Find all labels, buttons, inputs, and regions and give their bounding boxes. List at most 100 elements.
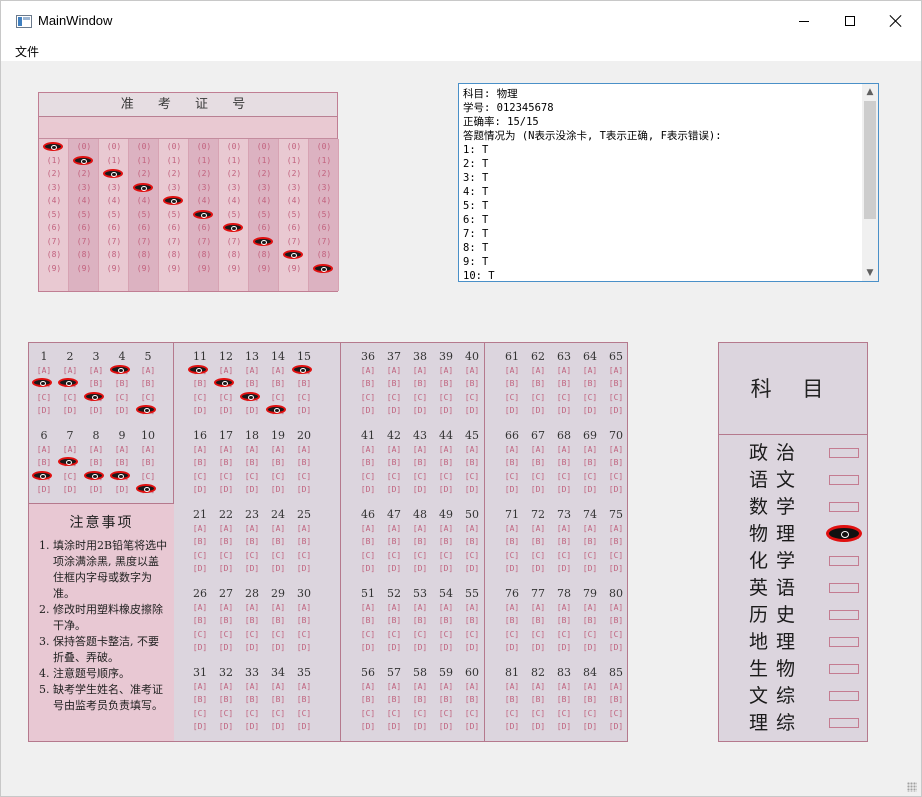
- maximize-button[interactable]: [827, 1, 873, 41]
- answer-option-bubble: [A]: [582, 445, 598, 454]
- question-number: 50: [465, 508, 479, 521]
- answer-option-bubble: [C]: [582, 550, 598, 560]
- exam-number-card-image: 准 考 证 号 (0) (1) (2) (3) (4) (5) (6) (7) (8) (9) (0…: [38, 92, 339, 292]
- answer-option-bubble: [B]: [386, 458, 402, 468]
- exam-digit-bubble: (3): [196, 182, 212, 192]
- answer-option-bubble: [C]: [412, 471, 428, 481]
- subject-label: 地理: [749, 631, 804, 653]
- exam-card-header: 准 考 证 号: [39, 93, 337, 117]
- answer-option-bubble: [D]: [464, 405, 480, 415]
- exam-digit-bubble: (9): [256, 263, 272, 273]
- question-number: 41: [361, 429, 375, 442]
- answer-option-bubble: [B]: [114, 458, 130, 468]
- subject-row: 数学: [719, 494, 867, 521]
- close-button[interactable]: [873, 1, 919, 41]
- result-line: 6: T: [463, 214, 489, 226]
- answer-option-bubble: [D]: [530, 721, 546, 731]
- answer-option-bubble: [B]: [556, 537, 572, 547]
- answer-option-bubble: [A]: [360, 524, 376, 533]
- answer-option-bubble: [B]: [270, 458, 286, 468]
- result-text-area[interactable]: 科目: 物理 学号: 012345678 正确率: 15/15 答题情况为 (N表示没…: [458, 83, 879, 282]
- question-number: 1: [40, 350, 48, 363]
- result-line: 10: T: [463, 270, 495, 279]
- question-number: 37: [387, 350, 401, 363]
- question-number: 66: [505, 429, 519, 442]
- answer-option-bubble: [C]: [438, 471, 454, 481]
- exam-digit-bubble: (9): [196, 263, 212, 273]
- answer-option-bubble: [B]: [582, 379, 598, 389]
- answer-option-bubble: [C]: [412, 550, 428, 560]
- answer-option-bubble: [D]: [296, 721, 312, 731]
- subject-row: 语文: [719, 467, 867, 494]
- answer-option-bubble: [A]: [438, 603, 454, 612]
- answer-option-bubble: [D]: [504, 563, 520, 573]
- answer-option-bubble: [C]: [556, 550, 572, 560]
- answer-option-bubble: [C]: [530, 550, 546, 560]
- answer-option-bubble: [D]: [556, 405, 572, 415]
- answer-option-bubble: [C]: [218, 392, 234, 402]
- answer-option-bubble: [A]: [582, 603, 598, 612]
- answer-option-bubble: [A]: [244, 524, 260, 533]
- answer-option-bubble: [D]: [412, 484, 428, 494]
- exam-digit-bubble: (6): [46, 223, 62, 232]
- question-number: 63: [557, 350, 571, 363]
- subject-bubble: [829, 502, 859, 512]
- answer-option-bubble: [A]: [530, 445, 546, 454]
- answer-option-bubble: [A]: [412, 603, 428, 612]
- result-scrollbar[interactable]: ▲ ▼: [862, 84, 878, 281]
- exam-digit-bubble: (1): [196, 155, 212, 165]
- exam-digit-bubble: (8): [226, 250, 242, 259]
- answer-option-bubble: [C]: [244, 471, 260, 481]
- answer-option-bubble: [D]: [270, 563, 286, 573]
- resize-grip-icon[interactable]: [907, 782, 917, 792]
- answer-option-bubble: [D]: [504, 405, 520, 415]
- answer-option-bubble: [D]: [608, 642, 624, 652]
- subject-row: 历史: [719, 602, 867, 629]
- answer-option-bubble: [B]: [608, 458, 624, 468]
- answer-sheet-image: 1 [A] [B] [C] [D] 2 [A] [B] [C] [D] 3 [A] [B] [C] [D] 4…: [28, 342, 628, 742]
- subject-row: 理综: [719, 710, 867, 737]
- answer-option-bubble: [D]: [582, 405, 598, 415]
- filled-bubble-mark: [103, 169, 123, 178]
- filled-bubble-mark: [43, 142, 63, 151]
- answer-option-bubble: [D]: [412, 642, 428, 652]
- answer-option-bubble: [D]: [608, 405, 624, 415]
- filled-bubble-mark: [84, 391, 104, 401]
- exam-digit-bubble: (7): [226, 236, 242, 246]
- scroll-thumb[interactable]: [864, 101, 876, 219]
- answer-option-bubble: [A]: [244, 445, 260, 454]
- answer-option-bubble: [A]: [270, 445, 286, 454]
- answer-option-bubble: [C]: [530, 708, 546, 718]
- result-line: 答题情况为 (N表示没涂卡, T表示正确, F表示错误):: [463, 130, 722, 142]
- question-number: 8: [92, 429, 100, 442]
- answer-block: 11 [A] [B] [C] [D] 12 [A] [B] [C] [D] 13 [A] [B] [C] […: [174, 343, 341, 741]
- answer-option-bubble: [B]: [504, 458, 520, 468]
- answer-option-bubble: [B]: [556, 458, 572, 468]
- exam-digit-column: (0)(1)(2)(3)(4)(5)(6)(7)(8)(9): [159, 139, 189, 291]
- answer-option-bubble: [D]: [192, 642, 208, 652]
- answer-option-bubble: [A]: [582, 366, 598, 375]
- answer-option-bubble: [A]: [438, 445, 454, 454]
- question-number: 67: [531, 429, 545, 442]
- exam-digit-bubble: (7): [106, 236, 122, 246]
- title-bar[interactable]: MainWindow: [1, 1, 921, 41]
- question-number: 57: [387, 666, 401, 679]
- exam-digit-bubble: (1): [256, 155, 272, 165]
- question-number: 4: [118, 350, 126, 363]
- exam-digit-bubble: (5): [136, 209, 152, 219]
- answer-option-bubble: [A]: [438, 682, 454, 691]
- answer-option-bubble: [A]: [192, 603, 208, 612]
- answer-option-bubble: [C]: [218, 629, 234, 639]
- answer-option-bubble: [B]: [556, 379, 572, 389]
- subject-bubble: [829, 718, 859, 728]
- question-number: 80: [609, 587, 623, 600]
- answer-option-bubble: [C]: [464, 708, 480, 718]
- answer-option-bubble: [B]: [192, 458, 208, 468]
- answer-option-bubble: [B]: [270, 379, 286, 389]
- scroll-down-icon[interactable]: ▼: [862, 265, 878, 281]
- menu-file[interactable]: 文件: [15, 43, 39, 60]
- minimize-button[interactable]: [781, 1, 827, 41]
- scroll-up-icon[interactable]: ▲: [862, 84, 878, 100]
- question-number: 36: [361, 350, 375, 363]
- question-number: 46: [361, 508, 375, 521]
